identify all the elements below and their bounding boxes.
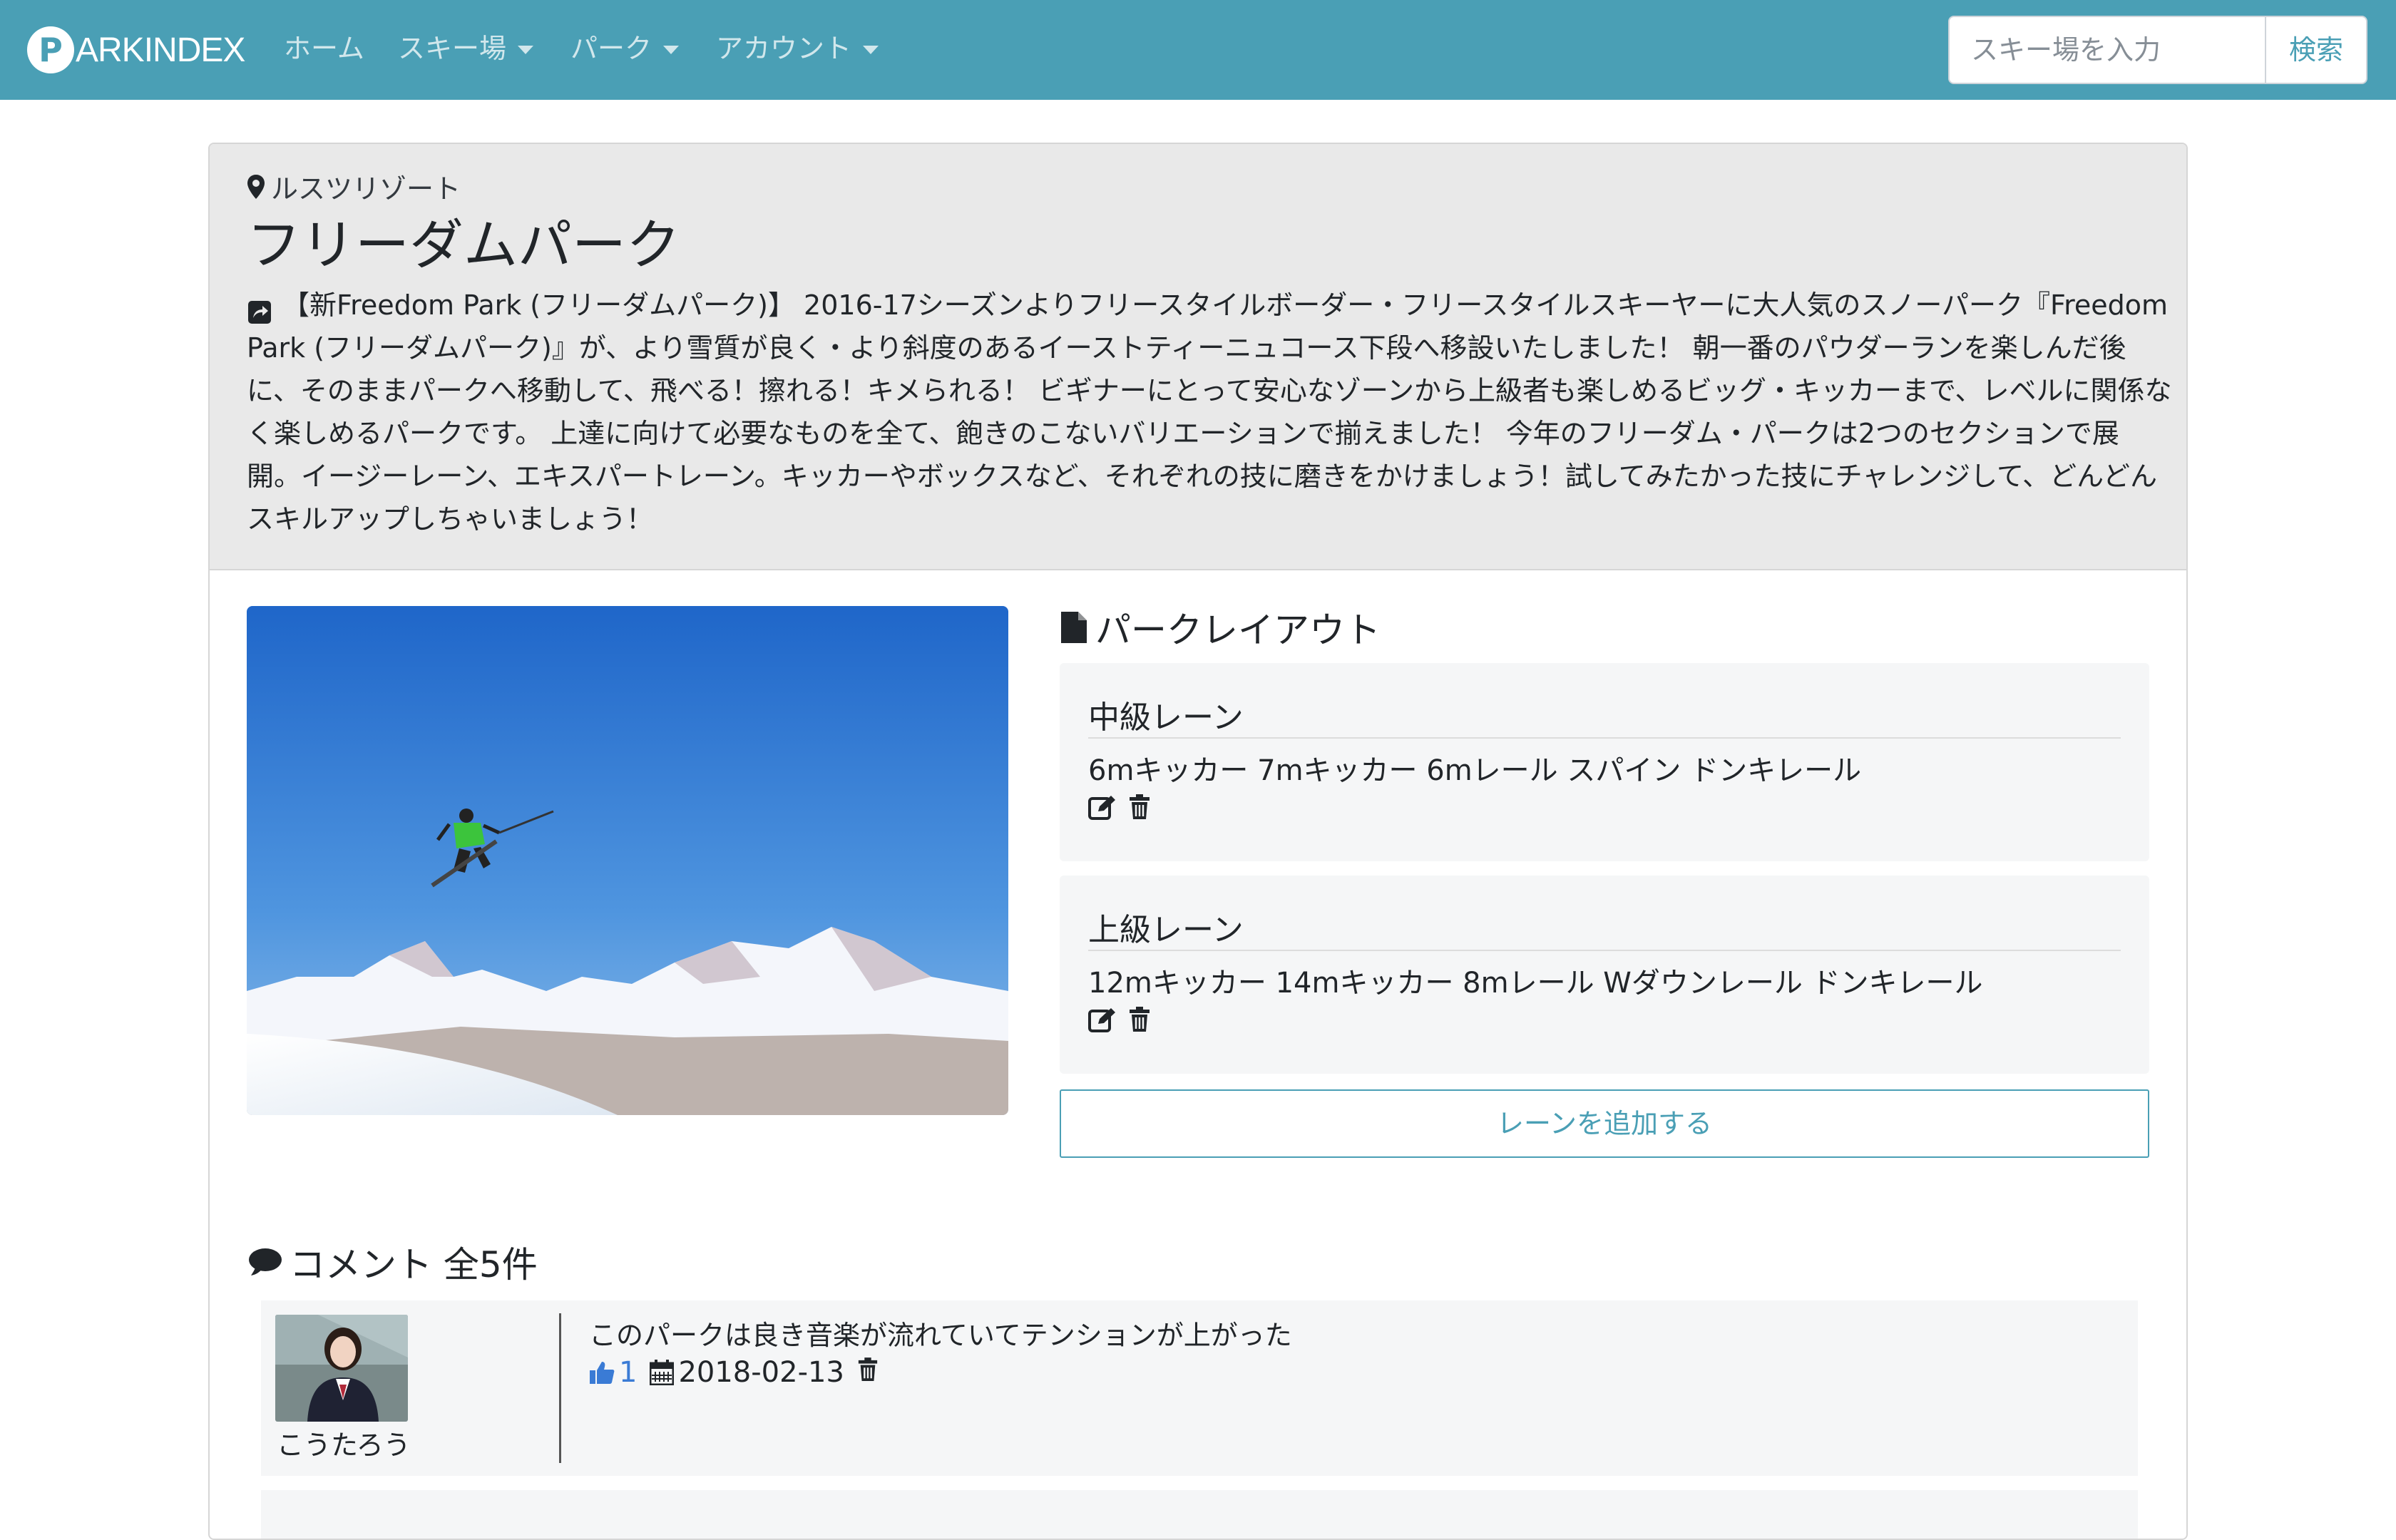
divider (1088, 737, 2121, 739)
comment-text: このパークは良き音楽が流れていてテンションが上がった (589, 1320, 1292, 1351)
lane-features: 6mキッカー 7mキッカー 6mレール スパイン ドンキレール (1088, 754, 1862, 787)
avatar (275, 1315, 408, 1422)
lane-features: 12mキッカー 14mキッカー 8mレール Wダウンレール ドンキレール (1088, 967, 1983, 1000)
nav-park-label: パーク (570, 33, 652, 64)
add-lane-button[interactable]: レーンを追加する (1060, 1089, 2149, 1158)
brand-logo[interactable]: P ARKINDEX (27, 26, 245, 74)
chevron-down-icon (663, 46, 680, 54)
comments-count: コメント 全5件 (290, 1244, 538, 1285)
like-count: 1 (619, 1356, 638, 1389)
navbar: P ARKINDEX ホーム スキー場 パーク アカウント スキー場を入力 検索 (0, 0, 2396, 100)
nav-account-dropdown[interactable]: アカウント (716, 29, 879, 68)
nav-account-label: アカウント (716, 33, 852, 64)
nav-home-label: ホーム (284, 33, 364, 64)
comment-icon (249, 1248, 282, 1275)
comment-item: こうたろう このパークは良き音楽が流れていてテンションが上がった 1 2018-… (261, 1300, 2138, 1476)
divider (1088, 950, 2121, 951)
park-card: ルスツリゾート フリーダムパーク 【新Freedom Park (フリーダムパー… (208, 143, 2188, 1540)
chevron-down-icon (863, 46, 879, 54)
comments-heading: コメント 全5件 (247, 1236, 538, 1288)
nav-ski-resort-dropdown[interactable]: スキー場 (398, 29, 534, 68)
lane-card: 上級レーン 12mキッカー 14mキッカー 8mレール Wダウンレール ドンキレ… (1060, 876, 2149, 1074)
park-header: ルスツリゾート フリーダムパーク 【新Freedom Park (フリーダムパー… (210, 144, 2186, 570)
map-marker-icon (247, 174, 265, 199)
chevron-down-icon (518, 46, 534, 54)
calendar-icon (650, 1360, 675, 1385)
nav-park-dropdown[interactable]: パーク (570, 29, 680, 68)
search-input[interactable]: スキー場を入力 (1948, 16, 2266, 84)
lane-actions (1088, 1007, 1151, 1035)
park-layout-title: パークレイアウト (1095, 610, 1381, 651)
park-photo (247, 606, 1008, 1115)
lane-actions (1088, 794, 1151, 823)
comment-username[interactable]: こうたろう (277, 1423, 411, 1462)
nav-ski-resort-label: スキー場 (398, 33, 507, 64)
search-button[interactable]: 検索 (2265, 16, 2367, 84)
park-description: 【新Freedom Park (フリーダムパーク)】 2016-17シーズンより… (247, 289, 2172, 535)
comment-meta: 1 2018-02-13 (589, 1356, 879, 1389)
brand-text: ARKINDEX (76, 31, 245, 69)
edit-icon[interactable] (1088, 1007, 1117, 1035)
trash-icon[interactable] (1128, 1007, 1151, 1035)
comment-date: 2018-02-13 (650, 1356, 844, 1389)
edit-icon[interactable] (1088, 794, 1117, 823)
resort-name: ルスツリゾート (271, 173, 461, 205)
lane-name: 中級レーン (1088, 699, 1244, 736)
nav-home[interactable]: ホーム (284, 29, 364, 68)
comment-item (261, 1490, 2138, 1539)
divider (559, 1313, 561, 1463)
lane-name: 上級レーン (1088, 912, 1244, 948)
lane-card: 中級レーン 6mキッカー 7mキッカー 6mレール スパイン ドンキレール (1060, 663, 2149, 861)
file-icon (1061, 612, 1087, 643)
trash-icon[interactable] (857, 1356, 879, 1389)
resort-location: ルスツリゾート (247, 167, 461, 206)
like-button[interactable]: 1 (589, 1356, 637, 1389)
brand-initial: P (27, 26, 74, 73)
thumbs-up-icon (590, 1362, 615, 1384)
park-layout-heading: パークレイアウト (1060, 602, 1381, 653)
comment-date-text: 2018-02-13 (678, 1356, 844, 1389)
page-title: フリーダムパーク (247, 213, 680, 277)
trash-icon[interactable] (1128, 794, 1151, 823)
